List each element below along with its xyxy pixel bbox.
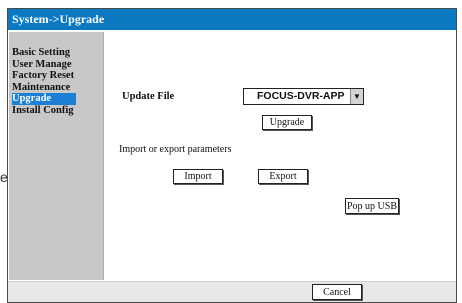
chevron-down-icon[interactable]: ▼ bbox=[350, 89, 363, 104]
sidebar-item-user-manage[interactable]: User Manage bbox=[9, 59, 103, 71]
update-file-label: Update File bbox=[122, 91, 175, 102]
sidebar-item-install-config[interactable]: Install Config bbox=[9, 105, 103, 117]
import-button[interactable]: Import bbox=[173, 169, 223, 184]
sidebar-item-basic-setting[interactable]: Basic Setting bbox=[9, 47, 103, 59]
sidebar-item-factory-reset[interactable]: Factory Reset bbox=[9, 70, 103, 82]
sidebar-item-maintenance[interactable]: Maintenance bbox=[9, 82, 103, 94]
popup-usb-button[interactable]: Pop up USB bbox=[345, 198, 399, 214]
update-file-value: FOCUS-DVR-APP bbox=[257, 90, 345, 102]
export-button[interactable]: Export bbox=[258, 169, 308, 184]
update-file-select[interactable]: FOCUS-DVR-APP ▼ bbox=[243, 88, 364, 105]
upgrade-button[interactable]: Upgrade bbox=[262, 115, 312, 130]
main-content: Update File FOCUS-DVR-APP ▼ Upgrade Impo… bbox=[105, 31, 456, 281]
cancel-button[interactable]: Cancel bbox=[312, 284, 362, 300]
upgrade-dialog: System->Upgrade Basic Setting User Manag… bbox=[7, 8, 457, 303]
sidebar: Basic Setting User Manage Factory Reset … bbox=[9, 32, 104, 280]
window-title: System->Upgrade bbox=[8, 9, 456, 30]
footer-bar: Cancel bbox=[8, 281, 456, 302]
sidebar-item-upgrade[interactable]: Upgrade bbox=[12, 93, 76, 105]
import-export-label: Import or export parameters bbox=[119, 144, 232, 155]
